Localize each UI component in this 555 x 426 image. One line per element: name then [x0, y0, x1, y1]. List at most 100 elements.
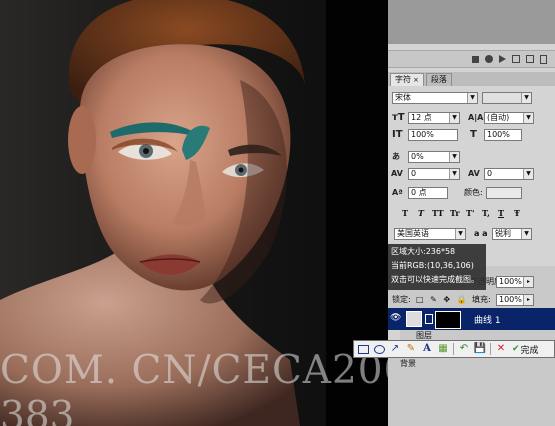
- font-family-select[interactable]: 宋体 ▼: [392, 92, 478, 104]
- layer-mask-thumbnail: [435, 311, 461, 329]
- chevron-right-icon: ▸: [523, 277, 533, 287]
- small-caps-button[interactable]: Tr: [450, 208, 460, 218]
- watermark-text-2: 383: [0, 394, 75, 426]
- eye-icon[interactable]: 👁: [390, 313, 401, 323]
- tab-character-label: 字符: [395, 75, 411, 84]
- save-icon[interactable]: 💾: [473, 342, 487, 356]
- close-icon[interactable]: ×: [413, 76, 419, 84]
- new-action-icon[interactable]: [526, 55, 534, 63]
- arrow-tool-icon[interactable]: ↗: [388, 342, 402, 356]
- faux-bold-button[interactable]: T: [402, 208, 408, 218]
- mosaic-tool-icon[interactable]: ▦: [436, 342, 450, 356]
- color-label: 颜色:: [464, 188, 483, 197]
- baseline-shift-input[interactable]: 0 点: [408, 187, 448, 199]
- done-label: 完成: [520, 345, 539, 356]
- chevron-down-icon: ▼: [523, 169, 533, 179]
- lock-icons[interactable]: □ ✎ ✥ 🔒: [416, 294, 469, 306]
- capture-size-text: 区域大小:236*58: [391, 247, 456, 256]
- tsume-select[interactable]: 0% ▼: [408, 151, 460, 163]
- layer-3-name[interactable]: 背景: [400, 358, 416, 370]
- layer-name[interactable]: 曲线 1: [474, 313, 501, 326]
- actions-toolbar: [388, 50, 555, 68]
- leading-value: (自动): [487, 113, 510, 122]
- capture-info-tooltip: 区域大小:236*58 当前RGB:(10,36,106) 双击可以快速完成截图…: [388, 244, 486, 290]
- rectangle-tool-icon[interactable]: [356, 342, 370, 356]
- horizontal-scale-value: 100%: [487, 130, 510, 139]
- chevron-right-icon: ▸: [523, 295, 533, 305]
- text-tool-icon[interactable]: A: [420, 342, 434, 356]
- vertical-scale-value: 100%: [411, 130, 434, 139]
- horizontal-scale-input[interactable]: 100%: [484, 129, 522, 141]
- panel-tabs: 字符 × 段落: [388, 72, 555, 86]
- right-panel: 字符 × 段落 宋体 ▼ ▼ ᴛT 12 点 ▼ A|A (自动) ▼ IT 10…: [388, 0, 555, 426]
- language-value: 美国英语: [397, 229, 429, 238]
- tracking-value: 0: [487, 169, 493, 178]
- panel-top-area: [388, 0, 555, 44]
- fill-input[interactable]: 100% ▸: [496, 294, 534, 306]
- baseline-shift-value: 0 点: [411, 188, 427, 197]
- antialias-select[interactable]: 锐利 ▼: [492, 228, 532, 240]
- vertical-scale-icon: IT: [392, 129, 403, 140]
- delete-icon[interactable]: [540, 54, 547, 64]
- chevron-down-icon: ▼: [467, 93, 477, 103]
- kerning-select[interactable]: 0 ▼: [408, 168, 460, 180]
- tracking-select[interactable]: 0 ▼: [484, 168, 534, 180]
- antialias-value: 锐利: [495, 229, 511, 238]
- opacity-input[interactable]: 100% ▸: [496, 276, 534, 288]
- tab-paragraph-label: 段落: [430, 75, 447, 84]
- capture-rgb-text: 当前RGB:(10,36,106): [391, 261, 474, 270]
- record-icon[interactable]: [485, 55, 493, 63]
- screenshot-toolbar: ↗ ✎ A ▦ ↶ 💾 ✕ ✔ 完成: [353, 340, 555, 358]
- chevron-down-icon: ▼: [521, 93, 531, 103]
- check-icon: ✔: [512, 344, 520, 354]
- tsume-icon: あ: [392, 152, 400, 161]
- font-size-select[interactable]: 12 点 ▼: [408, 112, 460, 124]
- antialias-label: a a: [474, 229, 488, 238]
- font-size-value: 12 点: [411, 113, 432, 122]
- undo-icon[interactable]: ↶: [457, 342, 471, 356]
- tab-character[interactable]: 字符 ×: [390, 73, 424, 86]
- chevron-down-icon: ▼: [449, 152, 459, 162]
- new-set-icon[interactable]: [512, 55, 520, 63]
- toolbar-divider: [490, 343, 491, 355]
- adjustment-thumbnail: [406, 311, 422, 327]
- tab-paragraph[interactable]: 段落: [425, 73, 452, 86]
- subscript-button[interactable]: T,: [482, 208, 490, 218]
- chevron-down-icon: ▼: [449, 113, 459, 123]
- color-swatch[interactable]: [486, 187, 522, 199]
- all-caps-button[interactable]: TT: [432, 208, 444, 218]
- leading-select[interactable]: (自动) ▼: [484, 112, 534, 124]
- underline-button[interactable]: T: [498, 208, 504, 218]
- opacity-value: 100%: [499, 277, 522, 286]
- font-style-select[interactable]: ▼: [482, 92, 532, 104]
- done-button[interactable]: ✔ 完成: [512, 343, 539, 356]
- horizontal-scale-icon: T: [470, 129, 477, 140]
- cancel-icon[interactable]: ✕: [494, 342, 508, 356]
- photo-canvas[interactable]: COM. CN/CECA2002# 383: [0, 0, 388, 426]
- brush-tool-icon[interactable]: ✎: [404, 342, 418, 356]
- capture-hint-text: 双击可以快速完成截图。: [391, 275, 479, 284]
- kerning-icon: AV: [391, 169, 403, 178]
- strikethrough-button[interactable]: Ŧ: [514, 208, 520, 218]
- kerning-value: 0: [411, 169, 417, 178]
- tracking-icon: AV: [468, 169, 480, 178]
- faux-italic-button[interactable]: T: [418, 208, 424, 218]
- chevron-down-icon: ▼: [455, 229, 465, 239]
- tsume-value: 0%: [411, 152, 424, 161]
- stop-icon[interactable]: [472, 55, 479, 63]
- play-icon[interactable]: [499, 55, 506, 63]
- chevron-down-icon: ▼: [521, 229, 531, 239]
- vertical-scale-input[interactable]: 100%: [408, 129, 458, 141]
- chevron-down-icon: ▼: [523, 113, 533, 123]
- font-family-value: 宋体: [395, 93, 411, 102]
- ellipse-tool-icon[interactable]: [372, 342, 386, 356]
- watermark-text: COM. CN/CECA2002#: [0, 348, 388, 393]
- superscript-button[interactable]: T': [466, 208, 474, 218]
- leading-icon: A|A: [468, 113, 484, 122]
- language-select[interactable]: 美国英语 ▼: [394, 228, 466, 240]
- font-size-icon: ᴛT: [392, 112, 405, 123]
- fill-label: 填充:: [472, 295, 491, 304]
- layer-row-curves[interactable]: 👁 曲线 1: [388, 308, 555, 330]
- baseline-shift-icon: Aª: [392, 188, 403, 197]
- link-icon: [425, 314, 433, 324]
